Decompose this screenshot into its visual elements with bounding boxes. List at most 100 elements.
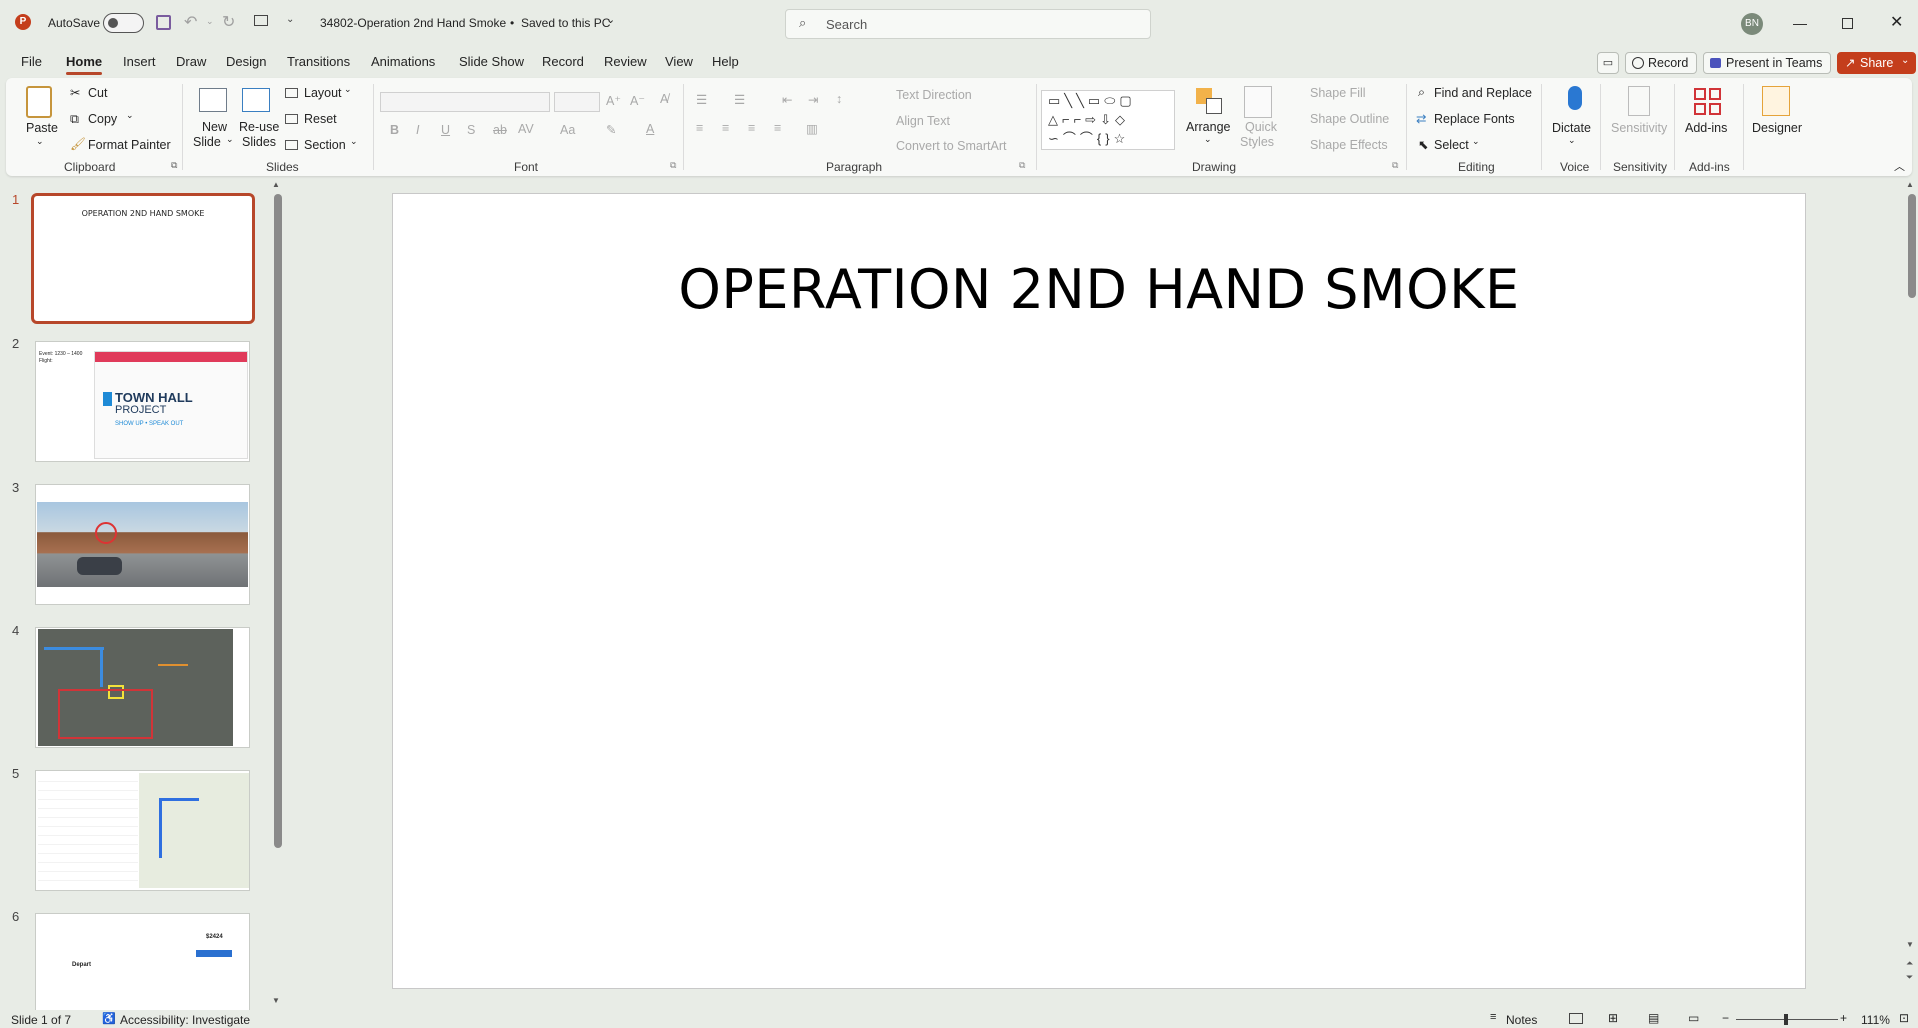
addins-button[interactable]: Add-ins (1685, 121, 1727, 135)
italic-icon[interactable]: I (416, 123, 419, 137)
search-box[interactable]: ⌕ Search (785, 9, 1151, 39)
save-icon[interactable] (156, 15, 171, 30)
zoom-level[interactable]: 111% (1861, 1013, 1890, 1027)
customize-toolbar-icon[interactable]: ⌄ (286, 14, 294, 25)
collapse-ribbon-icon[interactable]: ︿ (1894, 158, 1905, 174)
title-chevron-down-icon[interactable]: ⌄ (606, 13, 615, 26)
share-button[interactable]: ↗ Share ⌄ (1837, 52, 1917, 74)
arrange-button[interactable]: Arrange (1186, 120, 1230, 134)
tab-help[interactable]: Help (712, 54, 739, 69)
slide-canvas[interactable]: OPERATION 2ND HAND SMOKE (392, 193, 1806, 989)
reuse-slides-icon[interactable] (242, 88, 270, 112)
main-scroll-up-icon[interactable]: ▲ (1906, 180, 1914, 189)
center-icon[interactable]: ≡ (722, 121, 729, 135)
align-right-icon[interactable]: ≡ (748, 121, 755, 135)
find-replace-button[interactable]: Find and Replace (1434, 86, 1532, 100)
dictate-button[interactable]: Dictate (1552, 121, 1591, 135)
shrink-font-icon[interactable]: A⁻ (630, 93, 645, 108)
line-spacing-icon[interactable]: ↕ (836, 92, 842, 106)
new-slide-label-1[interactable]: New (202, 120, 227, 134)
new-slide-label-2[interactable]: Slide (193, 135, 221, 149)
tab-slide-show[interactable]: Slide Show (459, 54, 524, 69)
avatar[interactable]: BN (1741, 13, 1763, 35)
section-button[interactable]: Section (304, 138, 346, 152)
designer-icon[interactable] (1762, 86, 1790, 116)
reset-button[interactable]: Reset (304, 112, 337, 126)
shape-textbox-icon[interactable]: ▭╲╲▭⬭▢ (1048, 93, 1136, 108)
columns-icon[interactable]: ▥ (806, 121, 818, 136)
main-scrollbar-thumb[interactable] (1908, 194, 1916, 298)
copy-button[interactable]: Copy (88, 112, 117, 126)
document-title[interactable]: 34802-Operation 2nd Hand Smoke (320, 16, 506, 30)
copy-chevron-icon[interactable]: ⌄ (126, 110, 134, 121)
font-name-box[interactable] (380, 92, 550, 112)
arrange-chevron-icon[interactable]: ⌄ (1204, 134, 1212, 145)
present-from-start-icon[interactable] (254, 15, 268, 26)
shape-outline-button[interactable]: Shape Outline (1310, 112, 1389, 126)
layout-chevron-icon[interactable]: ⌄ (344, 84, 352, 95)
zoom-out-icon[interactable]: − (1722, 1011, 1729, 1025)
character-spacing-icon[interactable]: AV (518, 122, 534, 136)
accessibility-status[interactable]: Accessibility: Investigate (120, 1013, 250, 1027)
align-left-icon[interactable]: ≡ (696, 121, 703, 135)
align-text-button[interactable]: Align Text (896, 114, 950, 128)
slide-thumbnail-1[interactable]: OPERATION 2ND HAND SMOKE (31, 193, 255, 324)
addins-icon[interactable] (1694, 88, 1722, 116)
decrease-indent-icon[interactable]: ⇤ (782, 92, 792, 107)
undo-dropdown-icon[interactable]: ⌄ (206, 16, 214, 27)
slideshow-view-icon[interactable]: ▭ (1688, 1011, 1699, 1025)
panel-scrollbar-thumb[interactable] (274, 194, 282, 848)
tab-file[interactable]: File (21, 54, 42, 69)
tab-review[interactable]: Review (604, 54, 647, 69)
quick-styles-label-2[interactable]: Styles (1240, 135, 1274, 149)
slide-thumbnail-5[interactable] (35, 770, 250, 891)
shape-fill-button[interactable]: Shape Fill (1310, 86, 1366, 100)
paste-icon[interactable] (26, 86, 52, 118)
select-button[interactable]: Select (1434, 138, 1469, 152)
highlight-icon[interactable]: ✎ (606, 122, 616, 137)
previous-slide-icon[interactable]: ⏶ (1906, 958, 1913, 969)
bullets-icon[interactable]: ☰ (696, 92, 707, 107)
tab-view[interactable]: View (665, 54, 693, 69)
shape-brace-icon[interactable]: ∽⌒⌒{}☆ (1048, 131, 1129, 146)
shadow-icon[interactable]: S (467, 123, 475, 137)
zoom-in-icon[interactable]: + (1840, 1011, 1847, 1025)
shape-effects-button[interactable]: Shape Effects (1310, 138, 1388, 152)
select-chevron-icon[interactable]: ⌄ (1472, 136, 1480, 147)
new-slide-icon[interactable] (199, 88, 227, 112)
tab-home[interactable]: Home (66, 54, 103, 75)
replace-fonts-button[interactable]: Replace Fonts (1434, 112, 1515, 126)
reading-view-icon[interactable]: ▤ (1648, 1011, 1659, 1025)
section-chevron-icon[interactable]: ⌄ (350, 136, 358, 147)
underline-icon[interactable]: U (441, 123, 450, 137)
restore-icon[interactable] (1842, 18, 1853, 29)
text-direction-button[interactable]: Text Direction (896, 88, 972, 102)
dictate-chevron-icon[interactable]: ⌄ (1568, 135, 1576, 146)
justify-icon[interactable]: ≡ (774, 121, 781, 135)
slide-sorter-icon[interactable]: ⊞ (1608, 1011, 1618, 1025)
cut-button[interactable]: Cut (88, 86, 107, 100)
drawing-launcher-icon[interactable]: ⧉ (1392, 160, 1398, 171)
slide-thumbnail-2[interactable]: Event: 1230 – 1400 Flight: TOWN HALL PRO… (35, 341, 250, 462)
record-button[interactable]: Record (1625, 52, 1698, 74)
change-case-icon[interactable]: Aa (560, 123, 575, 137)
notes-button[interactable]: Notes (1506, 1013, 1537, 1027)
increase-indent-icon[interactable]: ⇥ (808, 92, 818, 107)
redo-icon[interactable]: ↻ (222, 12, 235, 32)
panel-scroll-up-icon[interactable]: ▲ (272, 180, 280, 189)
paste-chevron-icon[interactable]: ⌄ (36, 136, 44, 147)
font-size-box[interactable] (554, 92, 600, 112)
slide-title[interactable]: OPERATION 2ND HAND SMOKE (393, 258, 1805, 321)
normal-view-icon[interactable] (1569, 1013, 1583, 1024)
fit-slide-icon[interactable]: ⊡ (1899, 1011, 1909, 1025)
tab-insert[interactable]: Insert (123, 54, 156, 69)
save-status[interactable]: Saved to this PC (521, 16, 610, 30)
zoom-slider[interactable] (1736, 1014, 1838, 1025)
comments-button[interactable]: ▭ (1597, 52, 1619, 74)
clipboard-launcher-icon[interactable]: ⧉ (171, 160, 177, 171)
tab-animations[interactable]: Animations (371, 54, 435, 69)
shape-arrow-icon[interactable]: △⌐⌐⇨⇩◇ (1048, 112, 1129, 127)
main-scroll-down-icon[interactable]: ▼ (1906, 940, 1914, 949)
slide-thumbnail-4[interactable] (35, 627, 250, 748)
tab-design[interactable]: Design (226, 54, 266, 69)
